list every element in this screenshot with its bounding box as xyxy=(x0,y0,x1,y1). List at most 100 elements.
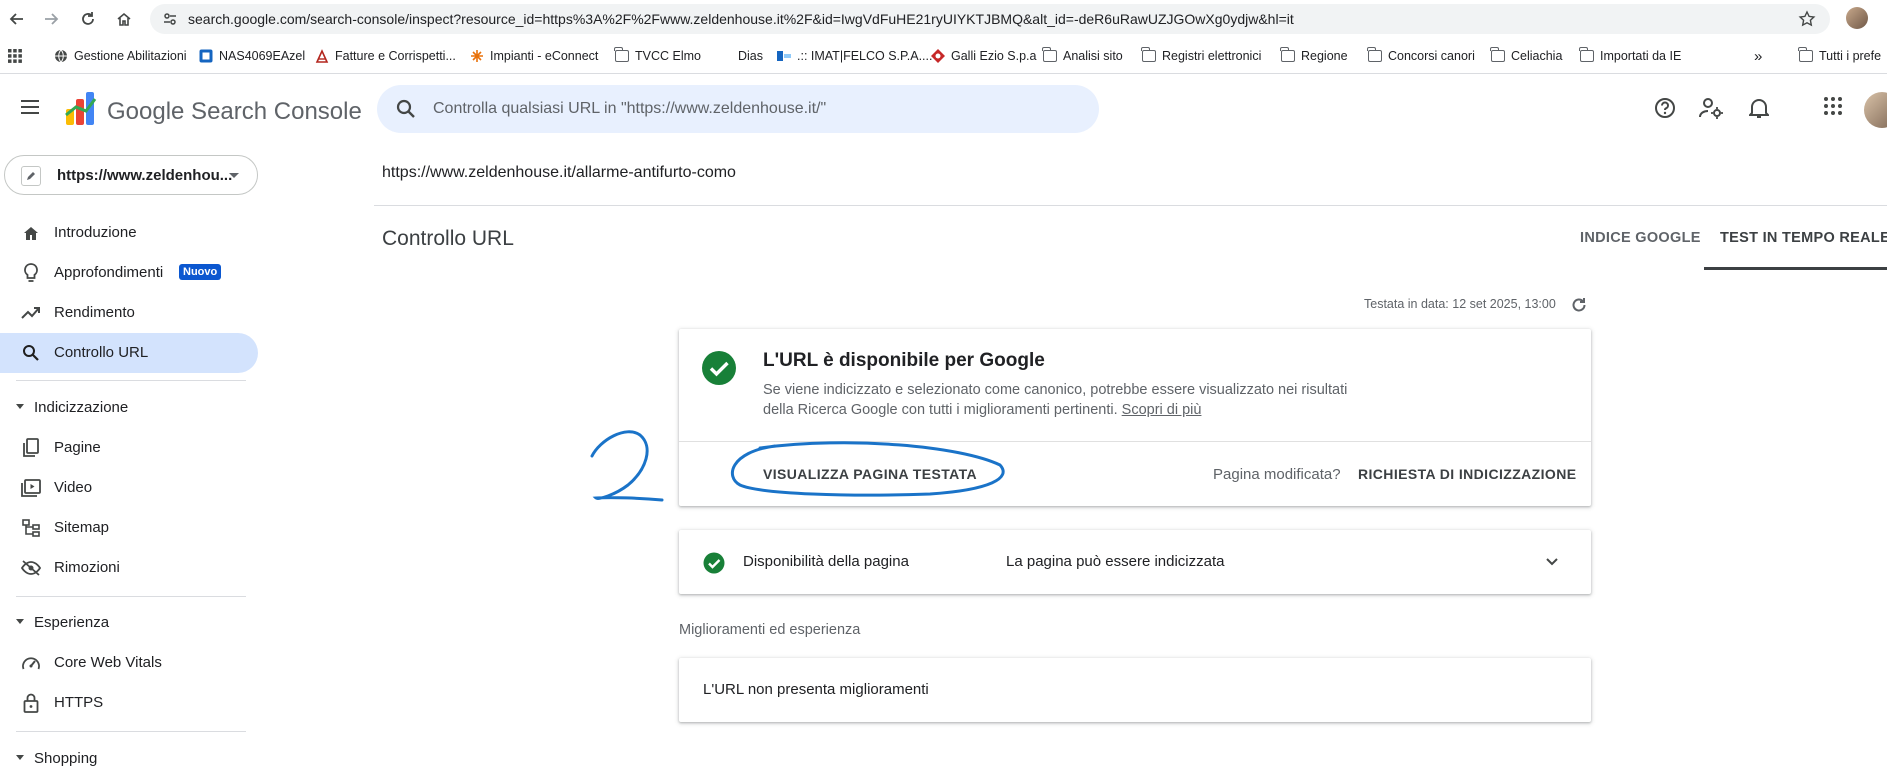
google-apps-icon[interactable] xyxy=(1824,97,1842,115)
bookmark-registri[interactable]: Registri elettronici xyxy=(1141,47,1261,65)
bookmark-imat[interactable]: .:: IMAT|FELCO S.P.A.... xyxy=(777,47,932,65)
collapse-caret-icon xyxy=(16,619,24,624)
sidebar-item-introduzione[interactable]: Introduzione xyxy=(0,213,258,253)
folder-icon xyxy=(1798,47,1813,63)
site-info-icon[interactable] xyxy=(162,11,178,27)
manage-users-icon[interactable] xyxy=(1699,97,1723,119)
availability-value: La pagina può essere indicizzata xyxy=(1006,553,1225,570)
home-button-icon[interactable] xyxy=(113,8,135,30)
video-icon xyxy=(21,478,41,498)
account-avatar[interactable] xyxy=(1864,92,1887,128)
bookmark-concorsi[interactable]: Concorsi canori xyxy=(1367,47,1475,65)
search-icon xyxy=(21,343,41,363)
availability-label: Disponibilità della pagina xyxy=(743,553,909,570)
page-title: Controllo URL xyxy=(382,227,514,250)
receipt-icon xyxy=(315,49,329,63)
learn-more-link[interactable]: Scopri di più xyxy=(1122,402,1202,418)
sidebar-divider xyxy=(16,380,246,381)
help-icon[interactable] xyxy=(1654,97,1676,119)
collapse-caret-icon xyxy=(16,755,24,760)
sidebar-item-pagine[interactable]: Pagine xyxy=(0,428,258,468)
sidebar-item-https[interactable]: HTTPS xyxy=(0,683,258,723)
bookmark-gestione-abilitazioni[interactable]: Gestione Abilitazioni xyxy=(54,47,187,65)
card-divider xyxy=(679,441,1591,442)
bookmark-importati-ie[interactable]: Importati da IE xyxy=(1579,47,1681,65)
bookmark-dias[interactable]: Dias xyxy=(718,47,763,65)
folder-icon xyxy=(1367,47,1382,63)
pages-icon xyxy=(21,438,41,458)
bookmark-regione[interactable]: Regione xyxy=(1280,47,1348,65)
gauge-icon xyxy=(21,653,41,673)
sidebar-item-rendimento[interactable]: Rendimento xyxy=(0,293,258,333)
notifications-bell-icon[interactable] xyxy=(1749,97,1769,119)
bookmark-all[interactable]: Tutti i prefe xyxy=(1798,47,1881,65)
search-icon xyxy=(395,98,417,120)
header-divider xyxy=(374,205,1887,206)
search-console-logo-icon xyxy=(64,91,98,127)
bookmark-celiachia[interactable]: Celiachia xyxy=(1490,47,1562,65)
enhancements-title: Miglioramenti ed esperienza xyxy=(679,622,861,638)
forward-icon[interactable] xyxy=(40,8,62,30)
bookmarks-overflow-button[interactable]: » xyxy=(1754,47,1762,65)
sidebar-item-rimozioni[interactable]: Rimozioni xyxy=(0,548,258,588)
check-circle-icon xyxy=(703,552,725,574)
browser-profile-avatar[interactable] xyxy=(1846,7,1868,29)
check-circle-icon xyxy=(701,350,737,386)
url-inspection-search[interactable] xyxy=(377,85,1099,133)
bookmark-impianti[interactable]: Impianti - eConnect xyxy=(470,47,598,65)
apps-grid-icon[interactable] xyxy=(8,47,22,65)
enhancements-text: L'URL non presenta miglioramenti xyxy=(703,681,929,698)
sidebar-item-core-web-vitals[interactable]: Core Web Vitals xyxy=(0,643,258,683)
chevron-down-icon[interactable] xyxy=(1543,552,1561,570)
edit-pencil-icon xyxy=(21,166,41,186)
home-icon xyxy=(21,223,41,243)
inspected-url: https://www.zeldenhouse.it/allarme-antif… xyxy=(382,164,736,181)
status-heading: L'URL è disponibile per Google xyxy=(763,350,1045,371)
folder-icon xyxy=(1042,47,1057,63)
browser-toolbar: search.google.com/search-console/inspect… xyxy=(0,0,1887,38)
bookmark-galli-ezio[interactable]: Galli Ezio S.p.a xyxy=(931,47,1036,65)
folder-icon xyxy=(1490,47,1505,63)
status-description: Se viene indicizzato e selezionato come … xyxy=(763,382,1348,418)
address-bar[interactable]: search.google.com/search-console/inspect… xyxy=(150,4,1830,34)
nas-icon xyxy=(199,49,213,63)
bookmark-star-icon[interactable] xyxy=(1798,10,1816,28)
view-tested-page-button[interactable]: VISUALIZZA PAGINA TESTATA xyxy=(763,466,977,482)
tab-indice-google[interactable]: INDICE GOOGLE xyxy=(1580,230,1701,246)
property-selector[interactable]: https://www.zeldenhou... xyxy=(4,155,258,195)
sidebar-divider xyxy=(16,596,246,597)
status-card: L'URL è disponibile per Google Se viene … xyxy=(679,329,1591,506)
bookmarks-bar: Gestione Abilitazioni NAS4069EAzel Fattu… xyxy=(0,38,1887,74)
menu-icon[interactable] xyxy=(20,99,40,115)
imat-icon xyxy=(777,49,791,63)
sitemap-icon xyxy=(21,518,41,538)
folder-icon xyxy=(614,47,629,63)
back-icon[interactable] xyxy=(6,8,28,30)
search-input[interactable] xyxy=(433,97,1053,121)
address-url[interactable]: search.google.com/search-console/inspect… xyxy=(188,11,1294,27)
trend-icon xyxy=(21,303,41,323)
econnect-icon xyxy=(470,49,484,63)
sidebar-item-sitemap[interactable]: Sitemap xyxy=(0,508,258,548)
bookmark-tvcc-elmo[interactable]: TVCC Elmo xyxy=(614,47,701,65)
request-indexing-button[interactable]: RICHIESTA DI INDICIZZAZIONE xyxy=(1358,466,1576,482)
sidebar-item-controllo-url[interactable]: Controllo URL xyxy=(0,333,258,373)
bookmark-fatture[interactable]: Fatture e Corrispetti... xyxy=(315,47,456,65)
lightbulb-icon xyxy=(21,263,41,283)
globe-icon xyxy=(54,49,68,63)
availability-row[interactable]: Disponibilità della pagina La pagina può… xyxy=(679,530,1591,594)
app-brand: Google Search Console xyxy=(107,98,362,125)
bookmark-analisi-sito[interactable]: Analisi sito xyxy=(1042,47,1123,65)
refresh-icon[interactable] xyxy=(1570,296,1588,314)
reload-icon[interactable] xyxy=(77,8,99,30)
tab-test-in-tempo-reale[interactable]: TEST IN TEMPO REALE xyxy=(1720,230,1887,246)
page-modified-label: Pagina modificata? xyxy=(1213,466,1341,483)
sidebar-item-video[interactable]: Video xyxy=(0,468,258,508)
active-tab-indicator xyxy=(1704,267,1887,270)
handwritten-number-two xyxy=(590,430,664,502)
removals-icon xyxy=(21,558,41,578)
bookmark-nas[interactable]: NAS4069EAzel xyxy=(199,47,305,65)
enhancements-card: L'URL non presenta miglioramenti xyxy=(679,658,1591,722)
sidebar-item-approfondimenti[interactable]: Approfondimenti Nuovo xyxy=(0,253,258,293)
folder-icon xyxy=(1579,47,1594,63)
